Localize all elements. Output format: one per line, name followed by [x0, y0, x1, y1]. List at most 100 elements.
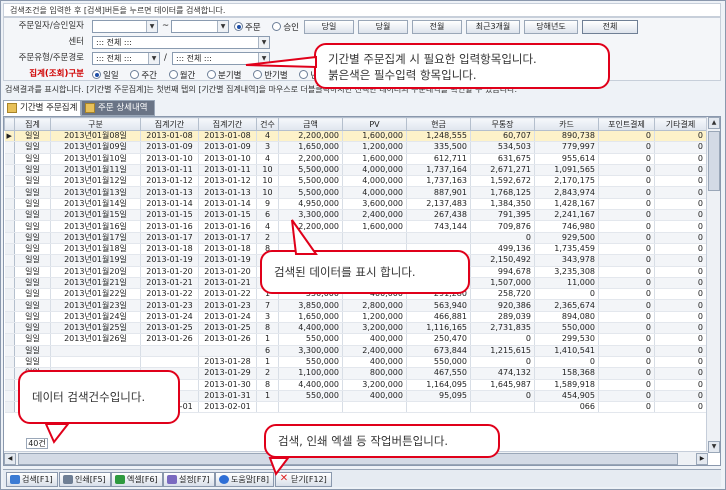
table-row[interactable]: 일일 2013년01월13일 2013-01-13 2013-01-13 10 5,500… — [4, 186, 707, 199]
table-row[interactable]: 일일 2013년01월25일 2013-01-25 2013-01-25 8 4,400,… — [4, 322, 707, 335]
table-cell[interactable]: 550,000 — [278, 333, 343, 346]
table-cell[interactable]: 0 — [598, 243, 655, 256]
table-cell[interactable]: 2013-01-17 — [140, 232, 199, 244]
table-cell[interactable]: 0 — [598, 186, 655, 199]
table-cell[interactable]: 4,400,000 — [278, 322, 343, 335]
table-cell[interactable]: 2,671,271 — [470, 164, 535, 177]
period-3months-button[interactable]: 최근3개월 — [466, 20, 520, 34]
column-header[interactable]: 집계기간 — [198, 117, 257, 131]
table-cell[interactable]: 0 — [470, 232, 535, 244]
row-indicator[interactable] — [4, 379, 15, 391]
table-cell[interactable]: 0 — [598, 164, 655, 177]
radio-icon[interactable] — [234, 22, 243, 31]
table-cell[interactable]: 4 — [256, 220, 279, 233]
table-cell[interactable]: 2013년01월08일 — [50, 130, 141, 143]
chevron-down-icon[interactable]: ▼ — [258, 37, 269, 48]
table-cell[interactable]: 0 — [598, 367, 655, 380]
table-cell[interactable]: 10 — [256, 164, 279, 177]
table-cell[interactable]: 4,400,000 — [278, 379, 343, 391]
row-indicator[interactable] — [4, 220, 15, 233]
table-cell[interactable]: 5,500,000 — [278, 186, 343, 199]
scroll-thumb[interactable] — [708, 131, 720, 191]
table-cell[interactable]: 2,365,674 — [534, 299, 599, 312]
column-header[interactable]: 기타결제 — [654, 117, 707, 131]
table-cell[interactable]: 2013-01-12 — [140, 175, 199, 188]
table-cell[interactable]: 2013-01-16 — [198, 220, 257, 233]
table-cell[interactable]: 1,410,541 — [534, 345, 599, 357]
table-row[interactable]: 일일 2013년01월23일 2013-01-23 2013-01-23 7 3,850,… — [4, 299, 707, 312]
table-cell[interactable]: 2013년01월18일 — [50, 243, 141, 256]
table-cell[interactable]: 2,200,000 — [278, 130, 343, 143]
table-cell[interactable]: 2013년01월14일 — [50, 198, 141, 211]
table-cell[interactable]: 일일 — [14, 288, 51, 301]
table-cell[interactable]: 2013년01월17일 — [50, 232, 141, 244]
table-cell[interactable]: 일일 — [14, 345, 51, 357]
table-cell[interactable]: 1,600,000 — [342, 220, 407, 233]
table-cell[interactable]: 0 — [654, 333, 707, 346]
table-cell[interactable]: 400,000 — [342, 356, 407, 369]
table-cell[interactable] — [470, 401, 535, 414]
table-cell[interactable]: 0 — [534, 356, 599, 369]
tab-order-detail[interactable]: 주문 상세내역 — [81, 100, 155, 116]
table-cell[interactable]: 일일 — [14, 220, 51, 233]
table-cell[interactable]: 6 — [256, 209, 279, 222]
column-header[interactable]: 금액 — [278, 117, 343, 131]
table-cell[interactable]: 0 — [654, 186, 707, 199]
column-header[interactable]: 카드 — [534, 117, 599, 131]
table-cell[interactable] — [198, 345, 257, 357]
table-cell[interactable]: 1,164,095 — [406, 379, 471, 391]
table-cell[interactable]: 2013-01-14 — [198, 198, 257, 211]
table-cell[interactable]: 0 — [598, 232, 655, 244]
table-cell[interactable]: 2013년01월23일 — [50, 299, 141, 312]
column-header[interactable]: 현금 — [406, 117, 471, 131]
table-cell[interactable]: 2013-01-09 — [198, 141, 257, 154]
table-cell[interactable]: 994,678 — [470, 266, 535, 278]
table-cell[interactable]: 3,850,000 — [278, 299, 343, 312]
table-cell[interactable]: 2013년01월13일 — [50, 186, 141, 199]
table-cell[interactable]: 466,881 — [406, 311, 471, 324]
table-cell[interactable]: 0 — [598, 209, 655, 222]
table-cell[interactable]: 335,500 — [406, 141, 471, 154]
table-cell[interactable]: 2013-02-01 — [198, 401, 257, 414]
table-cell[interactable] — [342, 232, 407, 244]
row-indicator[interactable] — [4, 333, 15, 346]
table-row[interactable]: 일일 2013-01-28 1 550,000 400,000 550,000 0 0 0 0 — [4, 356, 707, 369]
column-header[interactable]: 구분 — [50, 117, 141, 131]
table-cell[interactable]: 일일 — [14, 186, 51, 199]
table-cell[interactable]: 0 — [470, 356, 535, 369]
chevron-down-icon[interactable]: ▼ — [217, 21, 228, 32]
table-cell[interactable]: 2013-01-19 — [140, 254, 199, 267]
table-cell[interactable]: 1,248,555 — [406, 130, 471, 143]
table-cell[interactable]: 2013년01월22일 — [50, 288, 141, 301]
table-cell[interactable]: 258,720 — [470, 288, 535, 301]
radio-quarterly[interactable]: 분기별 — [207, 70, 242, 81]
table-cell[interactable]: 0 — [654, 220, 707, 233]
row-indicator[interactable] — [4, 390, 15, 403]
table-cell[interactable]: 2013-01-23 — [140, 299, 199, 312]
table-cell[interactable] — [50, 356, 141, 369]
table-cell[interactable]: 1,768,125 — [470, 186, 535, 199]
table-cell[interactable]: 일일 — [14, 322, 51, 335]
table-cell[interactable]: 2,150,492 — [470, 254, 535, 267]
table-cell[interactable]: 2013-01-12 — [198, 175, 257, 188]
table-cell[interactable]: 746,980 — [534, 220, 599, 233]
table-cell[interactable]: 1,100,000 — [278, 367, 343, 380]
table-cell[interactable]: 1,589,918 — [534, 379, 599, 391]
table-cell[interactable]: 2013년01월20일 — [50, 266, 141, 278]
row-indicator[interactable] — [4, 232, 15, 244]
table-cell[interactable]: 일일 — [14, 198, 51, 211]
table-cell[interactable]: 343,978 — [534, 254, 599, 267]
table-cell[interactable]: 3,600,000 — [342, 198, 407, 211]
table-cell[interactable]: 11,000 — [534, 277, 599, 290]
table-cell[interactable]: 0 — [598, 311, 655, 324]
table-cell[interactable]: 일일 — [14, 356, 51, 369]
table-cell[interactable]: 2013-01-17 — [198, 232, 257, 244]
radio-icon[interactable] — [92, 70, 101, 79]
table-cell[interactable]: 일일 — [14, 311, 51, 324]
table-cell[interactable]: 550,000 — [278, 390, 343, 403]
table-cell[interactable]: 2,843,974 — [534, 186, 599, 199]
table-cell[interactable]: 2013-01-29 — [198, 367, 257, 380]
row-indicator[interactable] — [4, 254, 15, 267]
table-cell[interactable]: 10 — [256, 175, 279, 188]
table-cell[interactable]: 0 — [654, 288, 707, 301]
